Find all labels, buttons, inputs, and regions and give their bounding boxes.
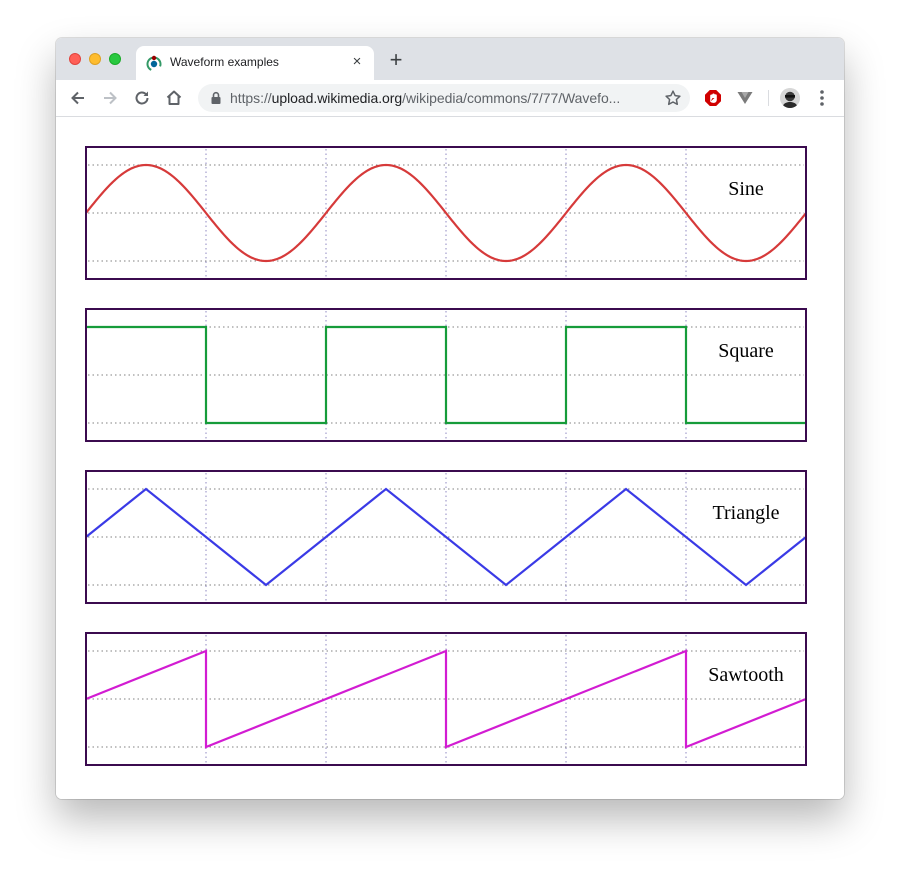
profile-photo-icon (780, 88, 800, 108)
browser-window: Waveform examples × + https://upload.wik… (56, 38, 844, 799)
url-scheme: https:// (230, 90, 272, 106)
extension-icon[interactable] (736, 89, 754, 107)
tab-close-button[interactable]: × (348, 53, 366, 71)
waveform-label-triangle: Triangle (712, 502, 779, 524)
avatar[interactable] (780, 88, 800, 108)
wikimedia-favicon-icon (146, 55, 162, 71)
tab-title: Waveform examples (170, 55, 279, 69)
url-text: https://upload.wikimedia.org/wikipedia/c… (230, 90, 620, 106)
toolbar: https://upload.wikimedia.org/wikipedia/c… (56, 80, 844, 117)
window-minimize-button[interactable] (89, 53, 101, 65)
waveform-line-sine (85, 163, 807, 263)
window-close-button[interactable] (69, 53, 81, 65)
waveform-line-sawtooth (85, 649, 807, 749)
toolbar-separator (768, 90, 769, 106)
waveform-line-square (86, 325, 806, 425)
waveform-panel-sawtooth: Sawtooth (85, 632, 807, 766)
forward-icon[interactable] (100, 88, 120, 108)
url-host: upload.wikimedia.org (271, 90, 403, 106)
waveform-label-sawtooth: Sawtooth (708, 664, 784, 686)
page-content: Sine Square Triangle Sawtooth (56, 117, 844, 799)
tab-bar: Waveform examples × + (56, 38, 844, 80)
adblock-icon[interactable] (704, 89, 722, 107)
waveform-label-square: Square (718, 340, 774, 362)
browser-tab[interactable]: Waveform examples × (136, 46, 374, 80)
waveform-figure: Sine Square Triangle Sawtooth (85, 146, 807, 766)
home-icon[interactable] (164, 88, 184, 108)
waveform-panel-square: Square (85, 308, 807, 442)
star-icon[interactable] (664, 89, 682, 107)
waveform-panel-triangle: Triangle (85, 470, 807, 604)
lock-icon (211, 91, 221, 104)
window-maximize-button[interactable] (109, 53, 121, 65)
back-icon[interactable] (68, 88, 88, 108)
waveform-line-triangle (85, 487, 807, 587)
waveform-panel-sine: Sine (85, 146, 807, 280)
waveform-label-sine: Sine (728, 178, 764, 200)
address-bar[interactable]: https://upload.wikimedia.org/wikipedia/c… (198, 84, 690, 112)
new-tab-button[interactable]: + (386, 49, 406, 71)
reload-icon[interactable] (132, 88, 152, 108)
menu-icon[interactable] (814, 88, 830, 108)
url-path: /wikipedia/commons/7/77/Wavefo... (402, 90, 621, 106)
